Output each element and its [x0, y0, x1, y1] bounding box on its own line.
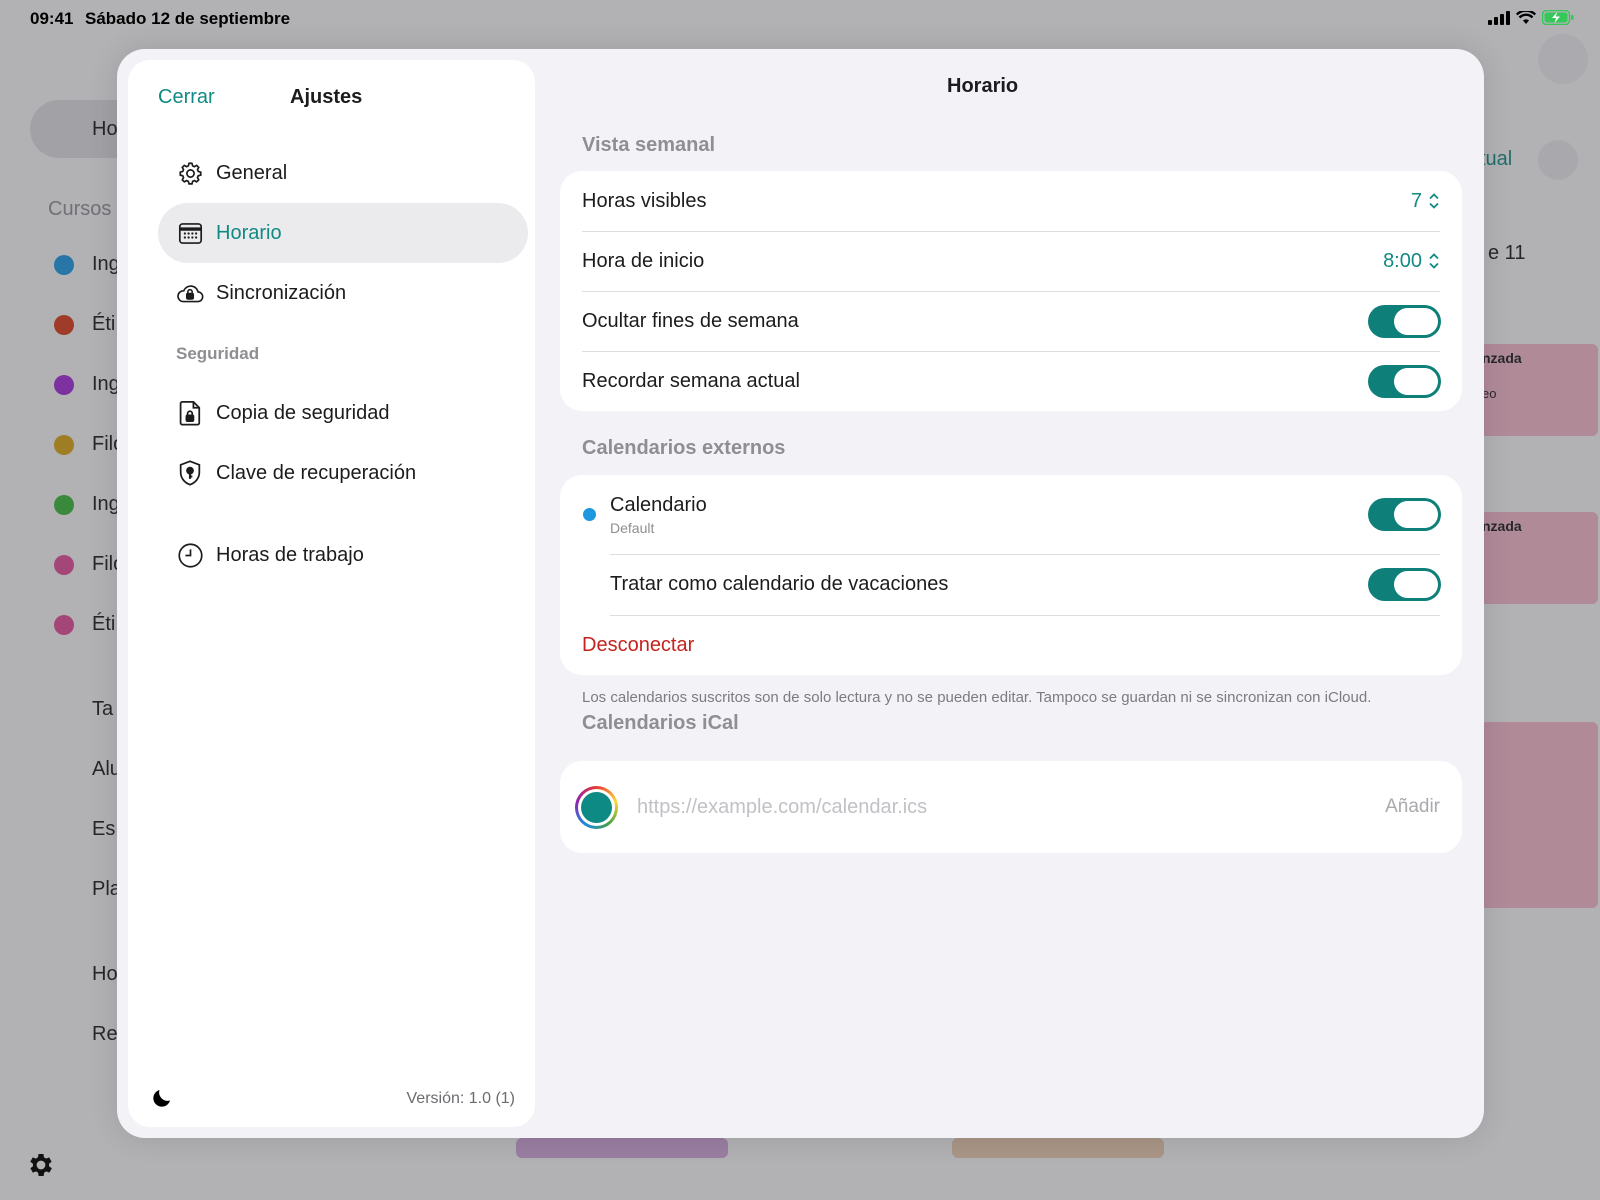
visible-hours-value: 7 — [1410, 189, 1422, 212]
start-hour-value: 8:00 — [1383, 249, 1422, 272]
holiday-calendar-label: Tratar como calendario de vacaciones — [610, 573, 949, 595]
nav-item-label: General — [216, 161, 288, 184]
visible-hours-row[interactable]: Horas visibles 7 — [560, 171, 1462, 231]
wifi-icon — [1516, 10, 1536, 24]
close-button[interactable]: Cerrar — [158, 86, 215, 109]
nav-item-clave-de-recuperacion[interactable]: Clave de recuperación — [158, 443, 528, 503]
row-label: Ocultar fines de semana — [582, 309, 799, 332]
doc-lock-icon — [176, 399, 204, 427]
row-label: Hora de inicio — [582, 249, 705, 272]
ical-section-header: Calendarios iCal — [582, 712, 739, 734]
calendar-source: Default — [610, 520, 655, 536]
row-label: Recordar semana actual — [582, 369, 800, 392]
start-hour-stepper[interactable]: 8:00 — [1383, 250, 1440, 273]
hide-weekends-row: Ocultar fines de semana — [560, 291, 1462, 351]
nav-item-label: Copia de seguridad — [216, 401, 390, 424]
visible-hours-stepper[interactable]: 7 — [1411, 190, 1440, 213]
ical-url-input[interactable] — [637, 791, 1317, 823]
weekly-settings-card: Horas visibles 7 Hora de inicio 8:00 Ocu… — [560, 171, 1462, 411]
divider — [610, 554, 1440, 555]
nav-item-label: Horas de trabajo — [216, 543, 364, 566]
remember-week-row: Recordar semana actual — [560, 351, 1462, 411]
cloud-lock-icon — [176, 279, 204, 307]
nav-item-sincronizacion[interactable]: Sincronización — [158, 263, 528, 323]
divider — [610, 615, 1440, 616]
disconnect-button[interactable]: Desconectar — [582, 634, 694, 657]
nav-item-horas-de-trabajo[interactable]: Horas de trabajo — [158, 525, 528, 585]
status-icons — [1488, 10, 1574, 25]
chevron-up-down-icon — [1429, 253, 1439, 269]
color-well-ring — [578, 789, 615, 826]
holiday-calendar-toggle[interactable] — [1368, 568, 1441, 601]
external-calendars-footnote: Los calendarios suscritos son de solo le… — [582, 689, 1372, 706]
settings-title: Ajustes — [290, 86, 363, 108]
version-label: Versión: 1.0 (1) — [406, 1090, 516, 1107]
moon-icon[interactable] — [150, 1086, 174, 1110]
shield-key-icon — [176, 459, 204, 487]
status-bar: 09:41 Sábado 12 de septiembre — [0, 0, 1600, 40]
nav-item-copia-de-seguridad[interactable]: Copia de seguridad — [158, 383, 528, 443]
calendar-enabled-toggle[interactable] — [1368, 498, 1441, 531]
gear-icon — [176, 159, 204, 187]
row-label: Horas visibles — [582, 189, 707, 212]
ical-card: Añadir — [560, 761, 1462, 853]
content-title: Horario — [947, 75, 1019, 97]
settings-sheet: Cerrar Ajustes General Horario Sincroniz… — [117, 49, 1484, 1138]
status-date: Sábado 12 de septiembre — [85, 9, 291, 28]
status-time: 09:41 — [30, 9, 74, 28]
calendar-icon — [176, 219, 204, 247]
calendar-name: Calendario — [610, 494, 707, 516]
external-calendars-card: Calendario Default Tratar como calendari… — [560, 475, 1462, 675]
nav-item-label: Horario — [216, 221, 282, 244]
start-hour-row[interactable]: Hora de inicio 8:00 — [560, 231, 1462, 291]
add-ical-button[interactable]: Añadir — [1385, 796, 1440, 818]
weekly-section-header: Vista semanal — [582, 134, 716, 156]
nav-item-label: Clave de recuperación — [216, 461, 417, 484]
security-section-header: Seguridad — [176, 344, 260, 363]
cellular-icon — [1488, 10, 1510, 25]
nav-item-label: Sincronización — [216, 281, 347, 304]
chevron-up-down-icon — [1429, 193, 1439, 209]
battery-charging-icon — [1542, 10, 1574, 25]
settings-gear-icon[interactable] — [26, 1150, 56, 1180]
hide-weekends-toggle[interactable] — [1368, 304, 1441, 338]
color-well-swatch — [581, 792, 612, 823]
nav-item-horario[interactable]: Horario — [158, 203, 528, 263]
external-section-header: Calendarios externos — [582, 437, 786, 459]
clock-icon — [176, 541, 204, 569]
settings-navigation: Cerrar Ajustes General Horario Sincroniz… — [128, 60, 535, 1127]
remember-week-toggle[interactable] — [1368, 364, 1441, 398]
color-picker-icon[interactable] — [575, 786, 618, 829]
nav-item-general[interactable]: General — [158, 143, 528, 203]
calendar-color-dot — [583, 508, 596, 521]
